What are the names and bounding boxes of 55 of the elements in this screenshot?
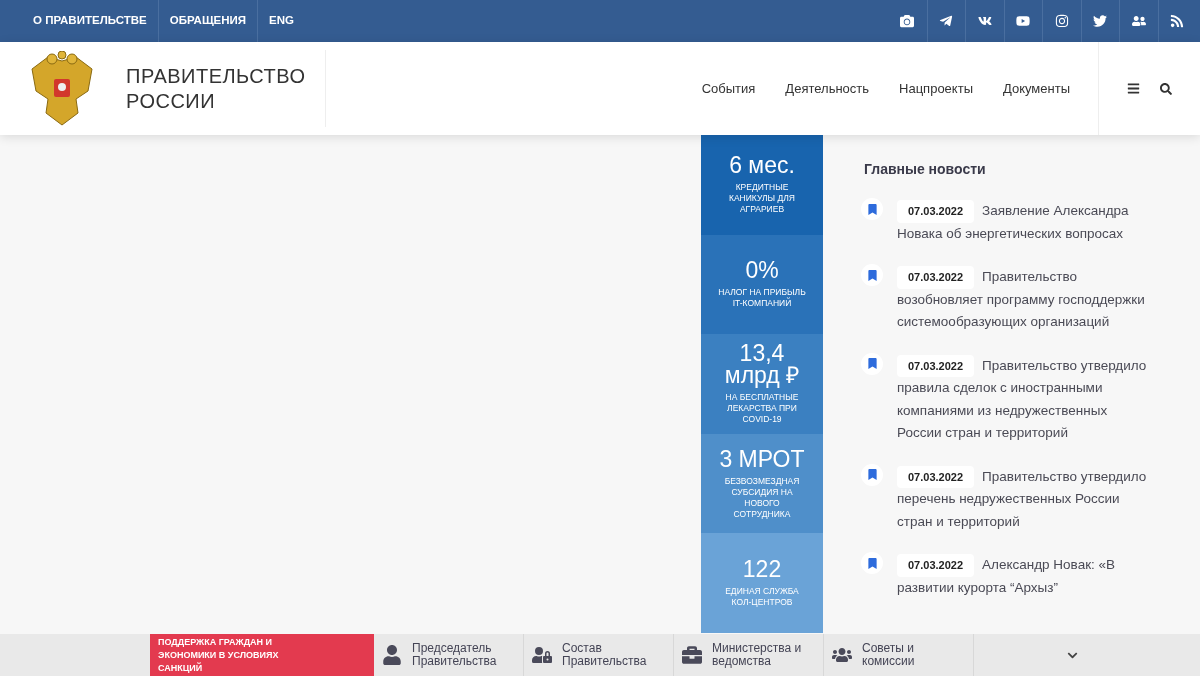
news-link[interactable]: 07.03.2022 Александр Новак: «В развитии курорта “Архыз” (897, 554, 1151, 599)
youtube-icon (1016, 14, 1031, 28)
briefcase-icon (682, 645, 702, 665)
people-icon (1131, 14, 1146, 28)
date-badge: 07.03.2022 (897, 200, 975, 223)
bookmark-icon[interactable] (866, 557, 878, 569)
main-nav-link[interactable]: События (701, 78, 756, 99)
stat-tile[interactable]: 13,4 млрд ₽ НА БЕСПЛАТНЫЕ ЛЕКАРСТВА ПРИ COVID-19 (701, 334, 823, 434)
bookmark-icon[interactable] (866, 203, 878, 215)
bookmark-icon[interactable] (866, 269, 878, 281)
rss-icon (1170, 14, 1185, 28)
stat-tile[interactable]: 0% НАЛОГ НА ПРИБЫЛЬ IT-КОМПАНИЙ (701, 234, 823, 335)
stat-value: 6 мес. (729, 154, 795, 177)
bottom-nav-link[interactable]: Министерства и ведомства (674, 634, 824, 676)
stat-value: 122 (742, 558, 782, 581)
bookmark-icon[interactable] (866, 469, 878, 480)
news-link[interactable]: 07.03.2022 Правительство утвердило правила сделок с иностранными компаниями из недружественных России стран и территорий (897, 354, 1151, 445)
menu-icon[interactable] (1127, 82, 1140, 95)
date-badge: 07.03.2022 (897, 554, 975, 577)
news-link[interactable]: 07.03.2022 Правительство возобновляет программу господдержки системообразующих организаций (897, 266, 1151, 334)
telegram-icon (939, 14, 954, 28)
main-nav-link[interactable]: Документы (1003, 78, 1070, 99)
stat-caption: КРЕДИТНЫЕ КАНИКУЛЫ ДЛЯ АГРАРИЕВ (728, 182, 796, 216)
vk-icon (977, 14, 992, 28)
person-lock-icon (532, 645, 552, 665)
news-heading: Главные новости (864, 160, 987, 179)
bottom-nav-link[interactable]: Советы и комиссии (824, 634, 974, 676)
news-link[interactable]: 07.03.2022 Заявление Александра Новака об энергетических вопросах (897, 200, 1151, 245)
news-link[interactable]: 07.03.2022 Правительство утвердило перечень недружественных России стран и территорий (897, 465, 1151, 533)
bottom-nav-link[interactable]: Состав Правительства (524, 634, 674, 676)
stat-caption: ЕДИНАЯ СЛУЖБА КОЛ-ЦЕНТРОВ (724, 586, 800, 609)
bookmark-icon[interactable] (866, 358, 878, 369)
stat-value: 3 МРОТ (719, 447, 805, 470)
group-icon (832, 645, 852, 665)
camera-icon (900, 14, 915, 28)
main-nav-link[interactable]: Нацпроекты (899, 78, 973, 99)
sanctions-banner[interactable]: ПОДДЕРЖКА ГРАЖДАН И ЭКОНОМИКИ В УСЛОВИЯХ САНКЦИЙ (150, 634, 374, 676)
stat-value: 13,4 млрд ₽ (723, 342, 801, 387)
bottom-nav-link[interactable]: Председатель Правительства (374, 634, 524, 676)
date-badge: 07.03.2022 (897, 354, 975, 377)
twitter-icon (1093, 14, 1108, 28)
date-badge: 07.03.2022 (897, 266, 975, 289)
main-nav-link[interactable]: Деятельность (785, 78, 870, 99)
search-icon[interactable] (1160, 82, 1172, 95)
stat-caption: НА БЕСПЛАТНЫЕ ЛЕКАРСТВА ПРИ COVID-19 (724, 392, 800, 426)
date-badge: 07.03.2022 (897, 465, 975, 488)
stat-caption: БЕЗВОЗМЕЗДНАЯ СУБСИДИЯ НА НОВОГО СОТРУДНИКА (723, 475, 801, 520)
person-icon (382, 645, 402, 665)
stat-caption: НАЛОГ НА ПРИБЫЛЬ IT-КОМПАНИЙ (717, 287, 807, 310)
emblem-icon (28, 50, 96, 127)
stat-tile[interactable]: 6 мес. КРЕДИТНЫЕ КАНИКУЛЫ ДЛЯ АГРАРИЕВ (701, 135, 823, 235)
instagram-icon (1054, 14, 1069, 28)
stat-value: 0% (745, 259, 779, 282)
site-title[interactable]: ПРАВИТЕЛЬСТВО РОССИИ (126, 63, 306, 114)
top-nav-link[interactable]: ENG (258, 0, 306, 42)
